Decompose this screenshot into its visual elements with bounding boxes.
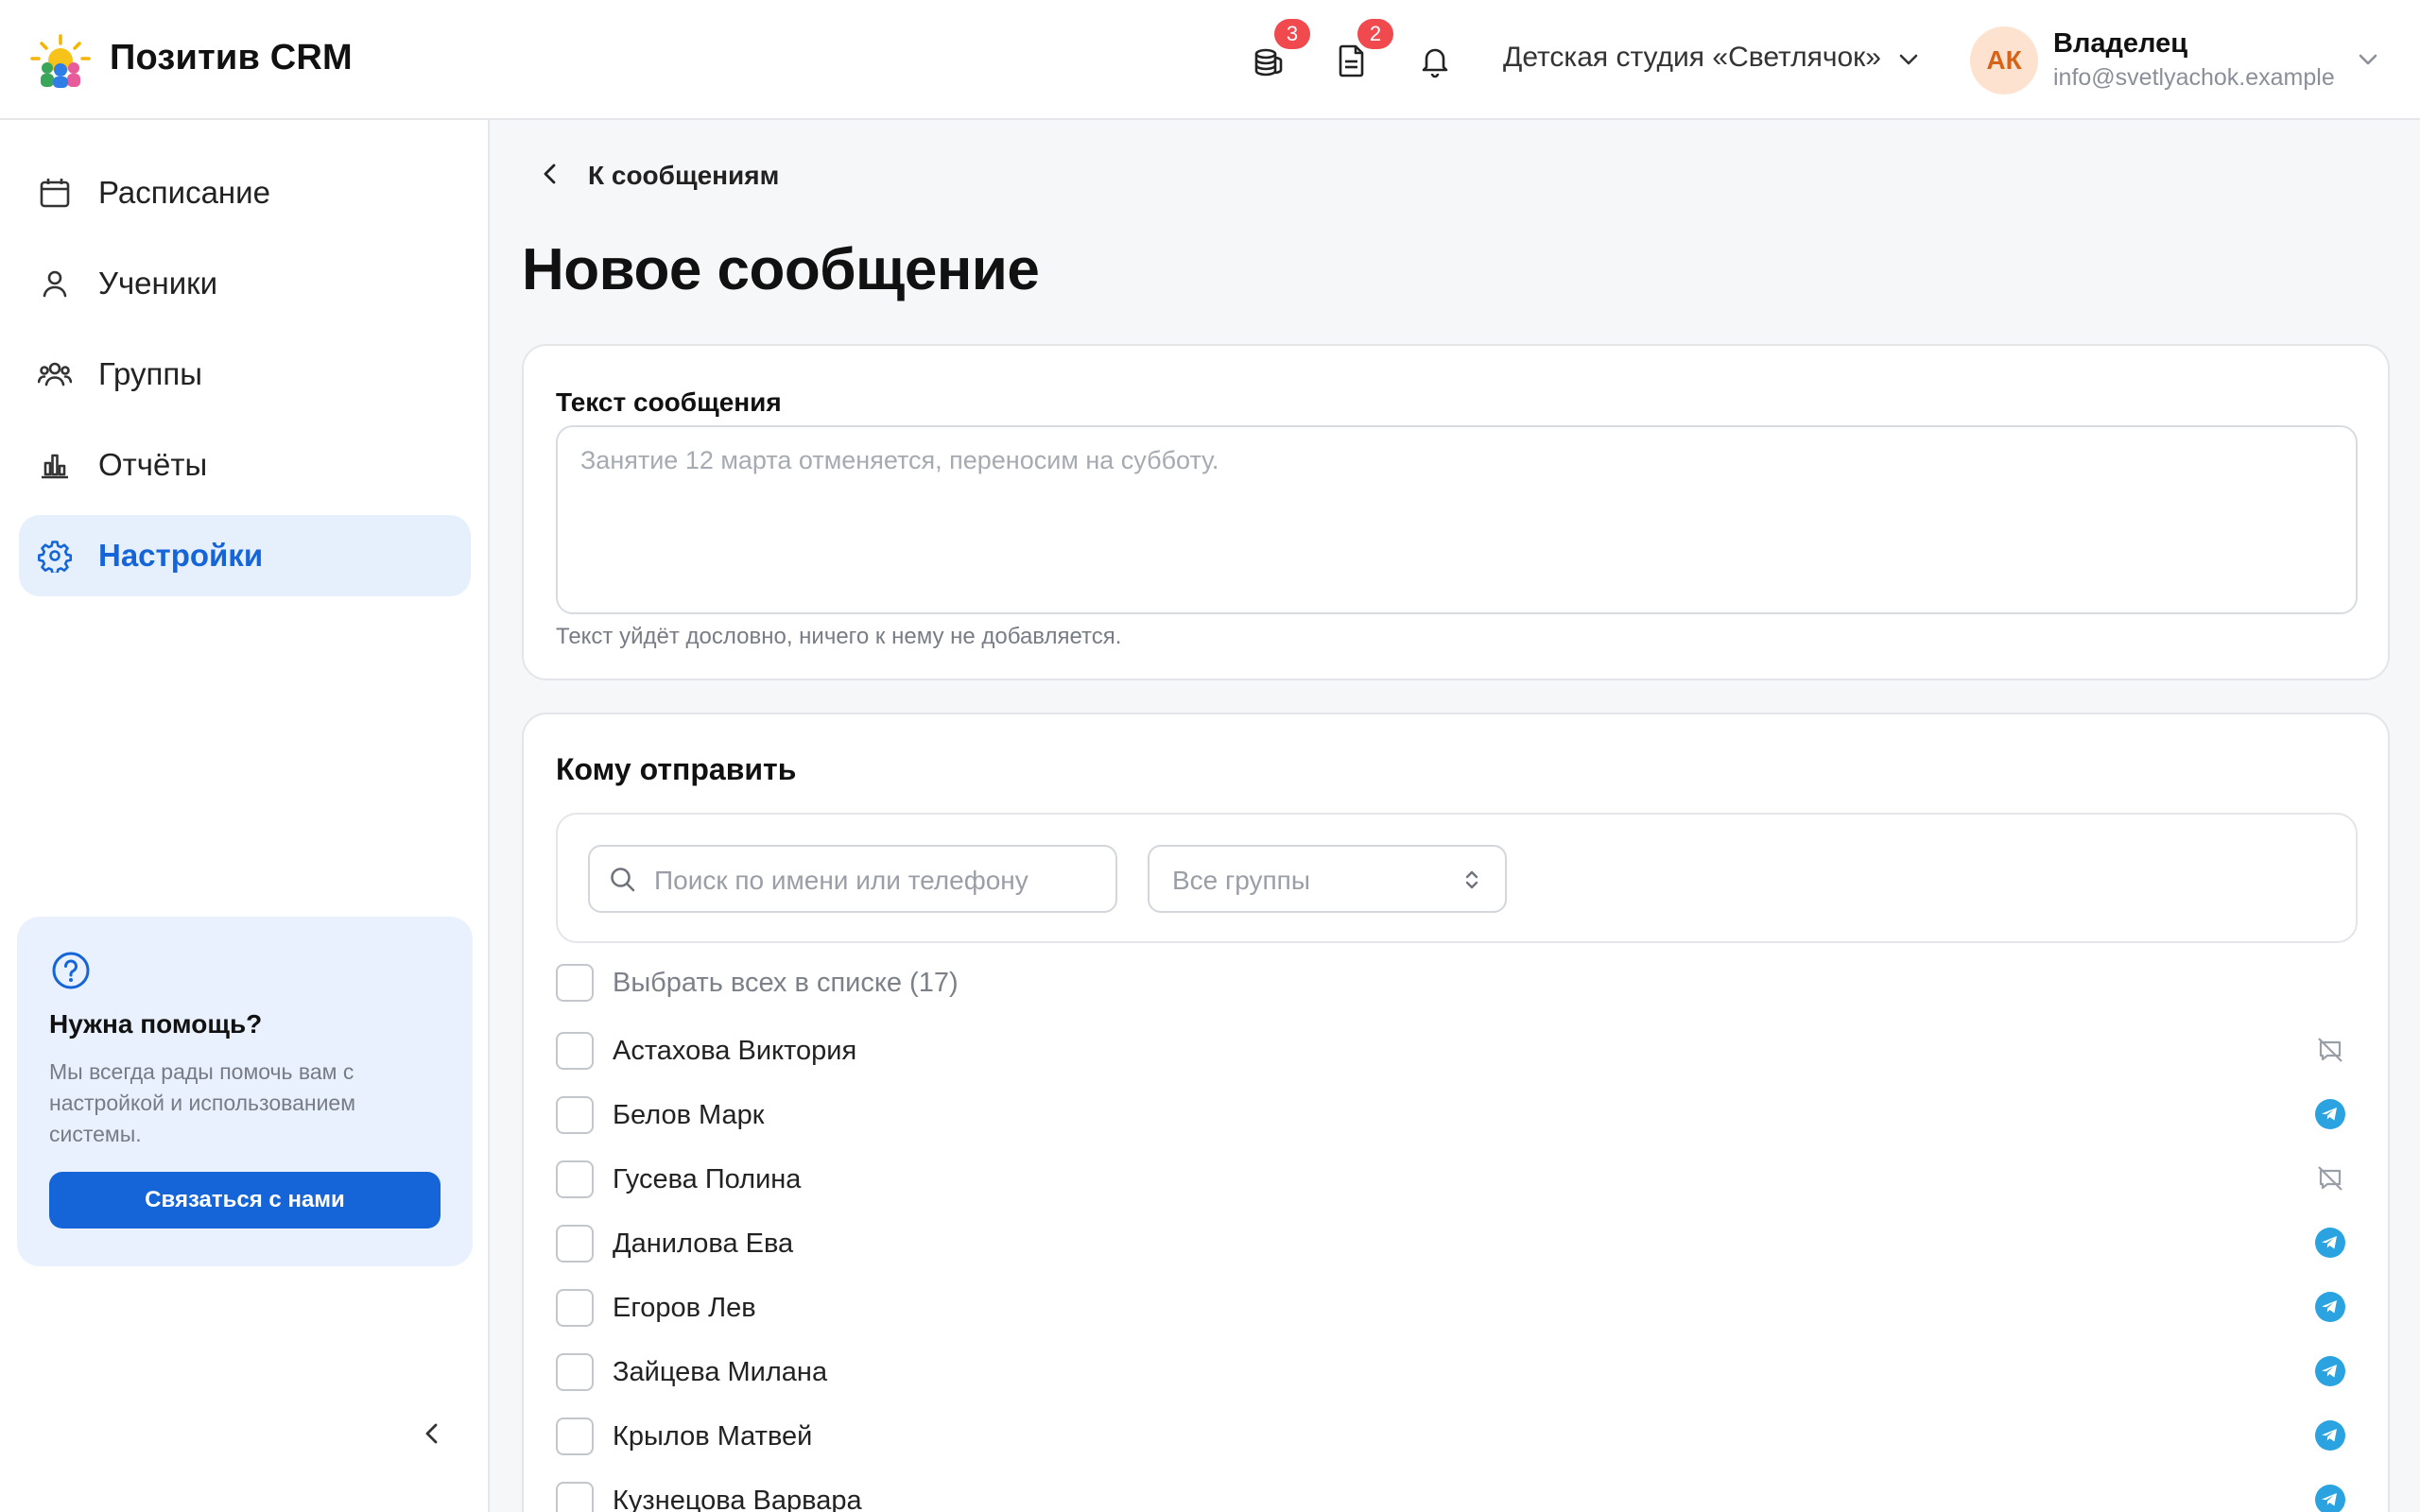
search-placeholder: Поиск по имени или телефону [654, 866, 1028, 895]
studio-selector[interactable]: Детская студия «Светлячок» [1503, 42, 1881, 74]
message-text-card: Текст сообщения Занятие 12 марта отменяе… [522, 344, 2390, 680]
message-textarea[interactable]: Занятие 12 марта отменяется, переносим н… [556, 425, 2358, 614]
select-all-label[interactable]: Выбрать всех в списке (17) [613, 968, 959, 999]
recipient-name[interactable]: Кузнецова Варвара [613, 1486, 862, 1512]
users-icon [37, 357, 73, 391]
recipient-name[interactable]: Егоров Лев [613, 1293, 756, 1324]
recipients-title: Кому отправить [556, 752, 797, 786]
bell-icon [1422, 48, 1448, 78]
telegram-icon [2314, 1227, 2346, 1259]
sidebar-item-label: Настройки [98, 538, 264, 573]
recipient-name[interactable]: Зайцева Милана [613, 1357, 827, 1388]
sidebar-item-schedule[interactable]: Расписание [19, 152, 471, 233]
help-text: Мы всегда рады помочь вам с настройкой и… [49, 1059, 356, 1146]
sidebar-item-label: Отчёты [98, 447, 208, 482]
search-icon [611, 868, 635, 892]
chevron-down-icon[interactable] [1894, 45, 1923, 74]
recipient-checkbox[interactable] [556, 1289, 594, 1327]
telegram-icon [2314, 1291, 2346, 1323]
sidebar-item-settings[interactable]: Настройки [19, 515, 471, 596]
recipients-filter: Поиск по имени или телефону Все группы [556, 813, 2358, 943]
recipient-name[interactable]: Гусева Полина [613, 1164, 801, 1195]
contact-us-button[interactable]: Связаться с нами [49, 1172, 441, 1228]
sidebar-item-label: Группы [98, 356, 202, 391]
avatar[interactable]: АК [1970, 26, 2038, 94]
sidebar [0, 120, 490, 1512]
calendar-icon [38, 176, 72, 210]
recipient-checkbox[interactable] [556, 1225, 594, 1263]
payments-button[interactable]: 3 [1250, 19, 1310, 79]
recipient-name[interactable]: Белов Марк [613, 1100, 764, 1131]
top-header: Позитив CRM 3 2 Детская студия «Светлячо… [0, 0, 2420, 120]
page-title: Новое сообщение [522, 237, 1040, 302]
chevron-down-icon[interactable] [2354, 45, 2382, 74]
group-select[interactable]: Все группы [1148, 845, 1507, 913]
recipient-name[interactable]: Астахова Виктория [613, 1036, 856, 1067]
documents-button[interactable]: 2 [1333, 19, 1393, 79]
search-input[interactable]: Поиск по имени или телефону [588, 845, 1117, 913]
recipient-checkbox[interactable] [556, 1032, 594, 1070]
app-title: Позитив CRM [110, 38, 353, 77]
sidebar-item-label: Расписание [98, 175, 270, 210]
help-card: Нужна помощь? Мы всегда рады помочь вам … [17, 917, 473, 1266]
recipient-name[interactable]: Данилова Ева [613, 1228, 793, 1260]
logo-icon [28, 32, 93, 89]
telegram-icon [2314, 1098, 2346, 1130]
sidebar-item-groups[interactable]: Группы [19, 334, 471, 415]
recipients-card: Кому отправить Поиск по имени или телефо… [522, 713, 2390, 1512]
collapse-sidebar-icon[interactable] [416, 1418, 448, 1450]
recipient-checkbox[interactable] [556, 1482, 594, 1512]
back-to-messages-link[interactable]: К сообщениям [588, 161, 779, 191]
group-select-value: Все группы [1172, 866, 1310, 895]
chevron-up-down-icon [1465, 870, 1478, 889]
question-icon [52, 952, 90, 989]
user-email: info@svetlyachok.example [2053, 64, 2335, 91]
recipient-name[interactable]: Крылов Матвей [613, 1421, 812, 1452]
documents-badge: 2 [1357, 19, 1393, 49]
user-icon [38, 266, 72, 301]
sidebar-item-label: Ученики [98, 266, 218, 301]
bar-chart-icon [38, 448, 72, 482]
payments-badge: 3 [1274, 19, 1310, 49]
help-title: Нужна помощь? [49, 1009, 263, 1039]
sidebar-item-reports[interactable]: Отчёты [19, 424, 471, 506]
recipient-checkbox[interactable] [556, 1353, 594, 1391]
chevron-left-icon[interactable] [535, 159, 565, 189]
telegram-icon [2314, 1484, 2346, 1512]
message-text-label: Текст сообщения [556, 387, 782, 417]
recipient-checkbox[interactable] [556, 1418, 594, 1455]
no-messenger-icon [2314, 1162, 2346, 1194]
select-all-checkbox[interactable] [556, 964, 594, 1002]
notifications-button[interactable] [1416, 42, 1454, 79]
user-role: Владелец [2053, 28, 2188, 59]
message-hint: Текст уйдёт дословно, ничего к нему не д… [556, 624, 1122, 649]
telegram-icon [2314, 1419, 2346, 1452]
message-placeholder: Занятие 12 марта отменяется, переносим н… [580, 446, 1219, 474]
sidebar-item-students[interactable]: Ученики [19, 243, 471, 324]
no-messenger-icon [2314, 1034, 2346, 1066]
telegram-icon [2314, 1355, 2346, 1387]
recipient-checkbox[interactable] [556, 1096, 594, 1134]
recipient-checkbox[interactable] [556, 1160, 594, 1198]
gear-icon [38, 539, 72, 576]
